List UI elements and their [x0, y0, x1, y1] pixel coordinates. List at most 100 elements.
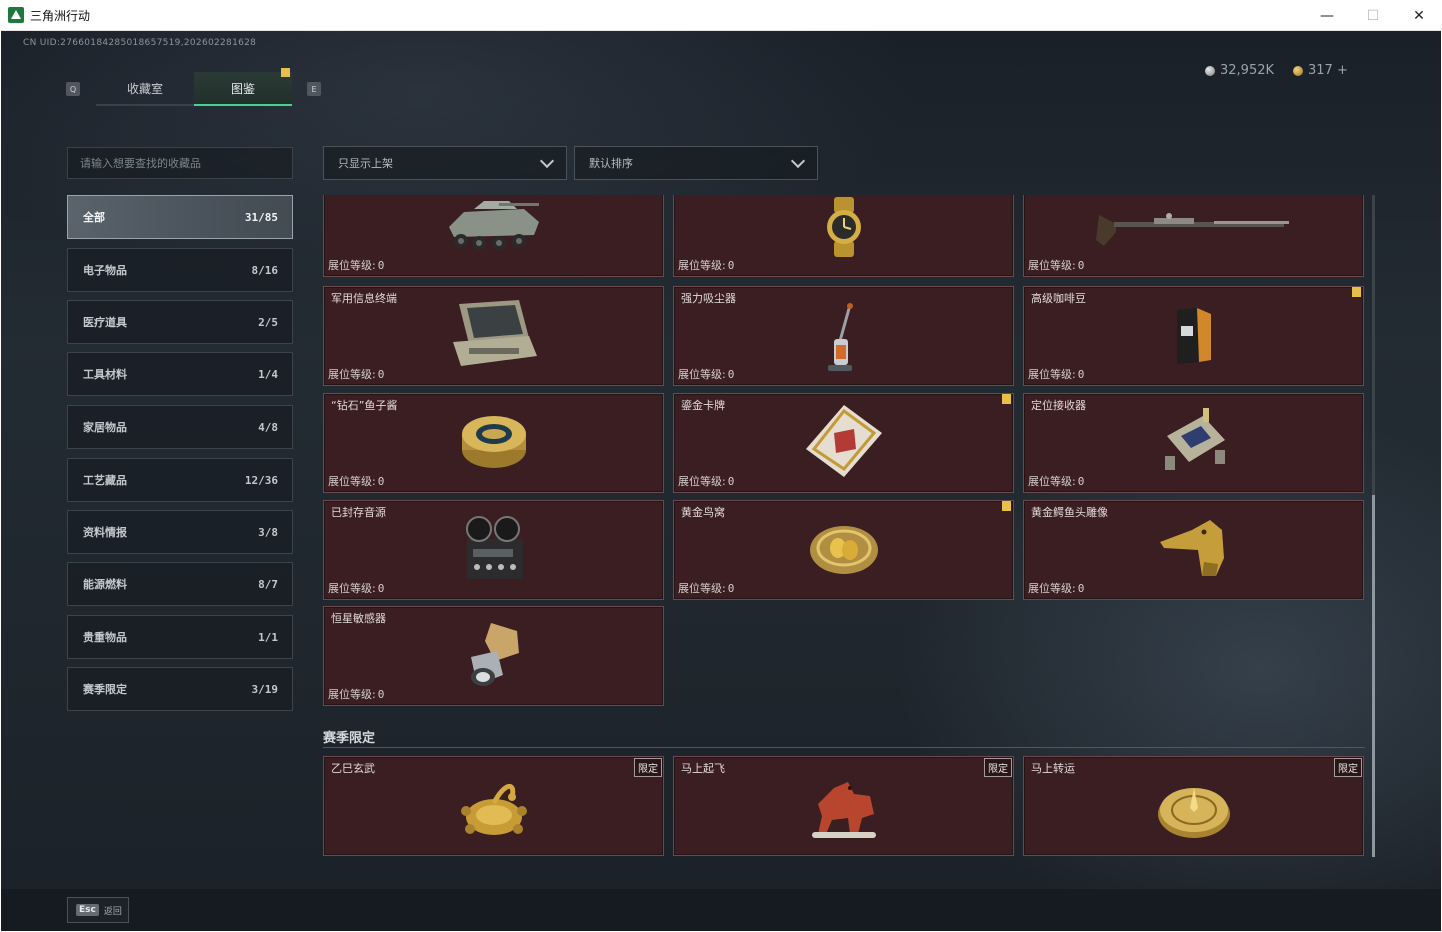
- category-electronics[interactable]: 电子物品 8/16: [67, 248, 293, 292]
- item-name: 黄金鸟窝: [681, 506, 725, 519]
- maximize-button[interactable]: ☐: [1350, 0, 1396, 31]
- limited-badge: 限定: [634, 758, 662, 777]
- tab-catalog[interactable]: 图鉴: [194, 72, 292, 106]
- category-count: 8/16: [251, 263, 279, 277]
- category-count: 2/5: [258, 315, 278, 329]
- close-button[interactable]: ✕: [1396, 0, 1442, 31]
- category-label: 赛季限定: [83, 683, 127, 696]
- limited-badge: 限定: [1334, 758, 1362, 777]
- item-name: 乙巳玄武: [331, 762, 375, 775]
- item-name: 定位接收器: [1031, 399, 1086, 412]
- category-season-limited[interactable]: 赛季限定 3/19: [67, 667, 293, 711]
- booth-level: 展位等级: 0: [328, 259, 385, 272]
- item-card[interactable]: 军用信息终端 展位等级: 0: [323, 286, 664, 386]
- armored-vehicle-icon: [439, 197, 549, 261]
- booth-level: 展位等级: 0: [328, 688, 385, 701]
- new-badge-icon: [1002, 394, 1011, 404]
- item-card[interactable]: 已封存音源 展位等级: 0: [323, 500, 664, 600]
- chevron-down-icon: [539, 153, 555, 168]
- item-card[interactable]: 鎏金卡牌 展位等级: 0: [673, 393, 1014, 493]
- category-label: 家居物品: [83, 421, 127, 434]
- caviar-tin-icon: [459, 410, 529, 476]
- section-title-season: 赛季限定: [323, 731, 376, 746]
- season-item-card[interactable]: 马上起飞 限定: [673, 756, 1014, 856]
- golden-nest-icon: [808, 518, 880, 582]
- category-label: 工具材料: [83, 368, 127, 381]
- item-card[interactable]: 定位接收器 展位等级: 0: [1023, 393, 1364, 493]
- item-card[interactable]: 黄金鳄鱼头雕像 展位等级: 0: [1023, 500, 1364, 600]
- item-card[interactable]: 展位等级: 0: [323, 195, 664, 277]
- item-card[interactable]: “钻石”鱼子酱 展位等级: 0: [323, 393, 664, 493]
- esc-key-icon: Esc: [76, 904, 99, 916]
- category-valuables[interactable]: 贵重物品 1/1: [67, 615, 293, 659]
- tab-key-q: Q: [66, 82, 80, 96]
- currency-gold[interactable]: 317 +: [1293, 63, 1348, 78]
- category-label: 全部: [83, 211, 105, 224]
- category-count: 12/36: [244, 473, 278, 487]
- musket-icon: [1094, 200, 1294, 254]
- booth-level: 展位等级: 0: [1028, 368, 1085, 381]
- booth-level: 展位等级: 0: [328, 475, 385, 488]
- item-name: 鎏金卡牌: [681, 399, 725, 412]
- booth-level: 展位等级: 0: [1028, 475, 1085, 488]
- gilded-card-icon: [804, 403, 884, 483]
- category-count: 3/8: [258, 525, 278, 539]
- golden-tortoise-icon: [454, 773, 534, 849]
- app-logo-icon: [8, 7, 24, 23]
- booth-level: 展位等级: 0: [328, 368, 385, 381]
- item-name: 高级咖啡豆: [1031, 292, 1086, 305]
- crocodile-statue-icon: [1158, 516, 1230, 584]
- category-label: 工艺藏品: [83, 474, 127, 487]
- minimize-button[interactable]: —: [1304, 0, 1350, 31]
- search-box[interactable]: [67, 147, 293, 179]
- new-badge-icon: [1002, 501, 1011, 511]
- booth-level: 展位等级: 0: [678, 475, 735, 488]
- tab-collection-room[interactable]: 收藏室: [96, 72, 194, 106]
- item-card[interactable]: 恒星敏感器 展位等级: 0: [323, 606, 664, 706]
- category-label: 医疗道具: [83, 316, 127, 329]
- item-card[interactable]: 高级咖啡豆 展位等级: 0: [1023, 286, 1364, 386]
- item-card[interactable]: 黄金鸟窝 展位等级: 0: [673, 500, 1014, 600]
- category-count: 8/7: [258, 577, 278, 591]
- item-name: 强力吸尘器: [681, 292, 736, 305]
- search-input[interactable]: [80, 156, 292, 170]
- category-intel[interactable]: 资料情报 3/8: [67, 510, 293, 554]
- category-household[interactable]: 家居物品 4/8: [67, 405, 293, 449]
- category-energy[interactable]: 能源燃料 8/7: [67, 562, 293, 606]
- grid-scrollbar-thumb[interactable]: [1372, 495, 1375, 857]
- category-label: 能源燃料: [83, 578, 127, 591]
- show-filter-dropdown[interactable]: 只显示上架: [323, 146, 567, 180]
- dropdown-value: 只显示上架: [338, 157, 393, 170]
- vacuum-cleaner-icon: [824, 301, 864, 381]
- category-medical[interactable]: 医疗道具 2/5: [67, 300, 293, 344]
- item-name: 马上转运: [1031, 762, 1075, 775]
- booth-level: 展位等级: 0: [328, 582, 385, 595]
- military-terminal-icon: [449, 298, 539, 374]
- booth-level: 展位等级: 0: [1028, 582, 1085, 595]
- category-crafts[interactable]: 工艺藏品 12/36: [67, 458, 293, 502]
- bottom-bar: [1, 889, 1441, 931]
- section-divider: [323, 747, 1365, 748]
- game-viewport: CN UID:2766018428501865751​9,20260228162…: [1, 31, 1441, 931]
- locator-receiver-icon: [1159, 406, 1229, 480]
- red-horse-icon: [804, 774, 884, 848]
- gold-watch-icon: [814, 195, 874, 263]
- category-tools[interactable]: 工具材料 1/4: [67, 352, 293, 396]
- category-all[interactable]: 全部 31/85: [67, 195, 293, 239]
- silver-amount: 32,952K: [1220, 63, 1275, 78]
- item-name: 马上起飞: [681, 762, 725, 775]
- item-card[interactable]: 展位等级: 0: [1023, 195, 1364, 277]
- coffee-bag-icon: [1171, 306, 1217, 370]
- tape-recorder-icon: [459, 513, 529, 587]
- booth-level: 展位等级: 0: [1028, 259, 1085, 272]
- sort-dropdown[interactable]: 默认排序: [574, 146, 818, 180]
- item-card[interactable]: 强力吸尘器 展位等级: 0: [673, 286, 1014, 386]
- new-badge-icon: [1352, 287, 1361, 297]
- back-label: 返回: [103, 906, 122, 917]
- season-item-card[interactable]: 乙巳玄武 限定: [323, 756, 664, 856]
- season-item-card[interactable]: 马上转运 限定: [1023, 756, 1364, 856]
- category-count: 1/4: [258, 367, 278, 381]
- back-button[interactable]: Esc 返回: [67, 897, 129, 923]
- item-card[interactable]: 展位等级: 0: [673, 195, 1014, 277]
- currency-silver: 32,952K: [1205, 63, 1274, 78]
